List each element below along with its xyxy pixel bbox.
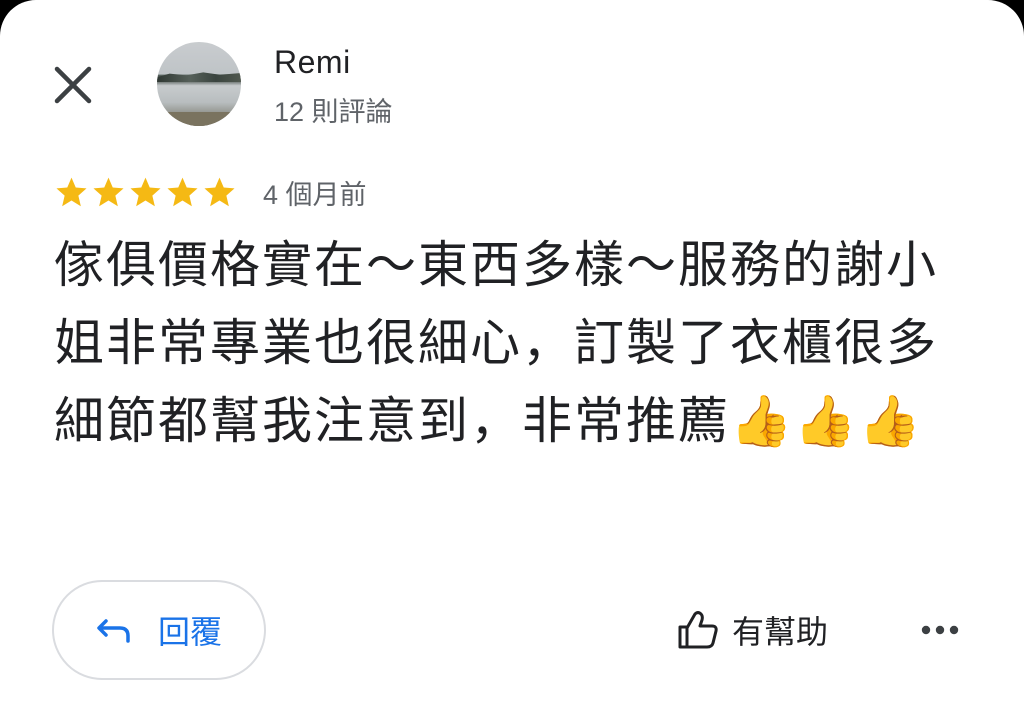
- star-rating: [54, 175, 237, 210]
- reply-label: 回覆: [157, 614, 222, 650]
- author-name[interactable]: Remi: [274, 44, 351, 81]
- more-options-button[interactable]: [912, 608, 968, 652]
- author-review-count: 12 則評論: [274, 97, 393, 127]
- star-icon: [93, 177, 124, 206]
- rating-row: 4 個月前: [54, 172, 367, 212]
- thumbs-up-icon: [678, 611, 718, 649]
- avatar-shore: [157, 112, 241, 126]
- more-horizontal-icon: [921, 625, 959, 635]
- helpful-button[interactable]: 有幫助: [676, 602, 828, 658]
- reply-arrow-icon: [97, 619, 130, 643]
- star-icon: [56, 177, 87, 206]
- star-icon: [130, 177, 161, 206]
- review-time: 4 個月前: [263, 179, 367, 210]
- reply-button[interactable]: 回覆: [52, 580, 266, 680]
- star-icon: [167, 177, 198, 206]
- avatar-landscape: [157, 72, 241, 82]
- close-button[interactable]: [48, 60, 98, 110]
- review-sheet: Remi 12 則評論 4 個月前 傢俱價格實在～東西多樣～服務的謝小姐非常專業…: [0, 0, 1024, 701]
- close-icon: [54, 66, 92, 104]
- helpful-label: 有幫助: [732, 614, 829, 650]
- review-text: 傢俱價格實在～東西多樣～服務的謝小姐非常專業也很細心，訂製了衣櫃很多細節都幫我注…: [54, 237, 938, 449]
- star-icon: [204, 177, 235, 206]
- avatar[interactable]: [157, 42, 241, 126]
